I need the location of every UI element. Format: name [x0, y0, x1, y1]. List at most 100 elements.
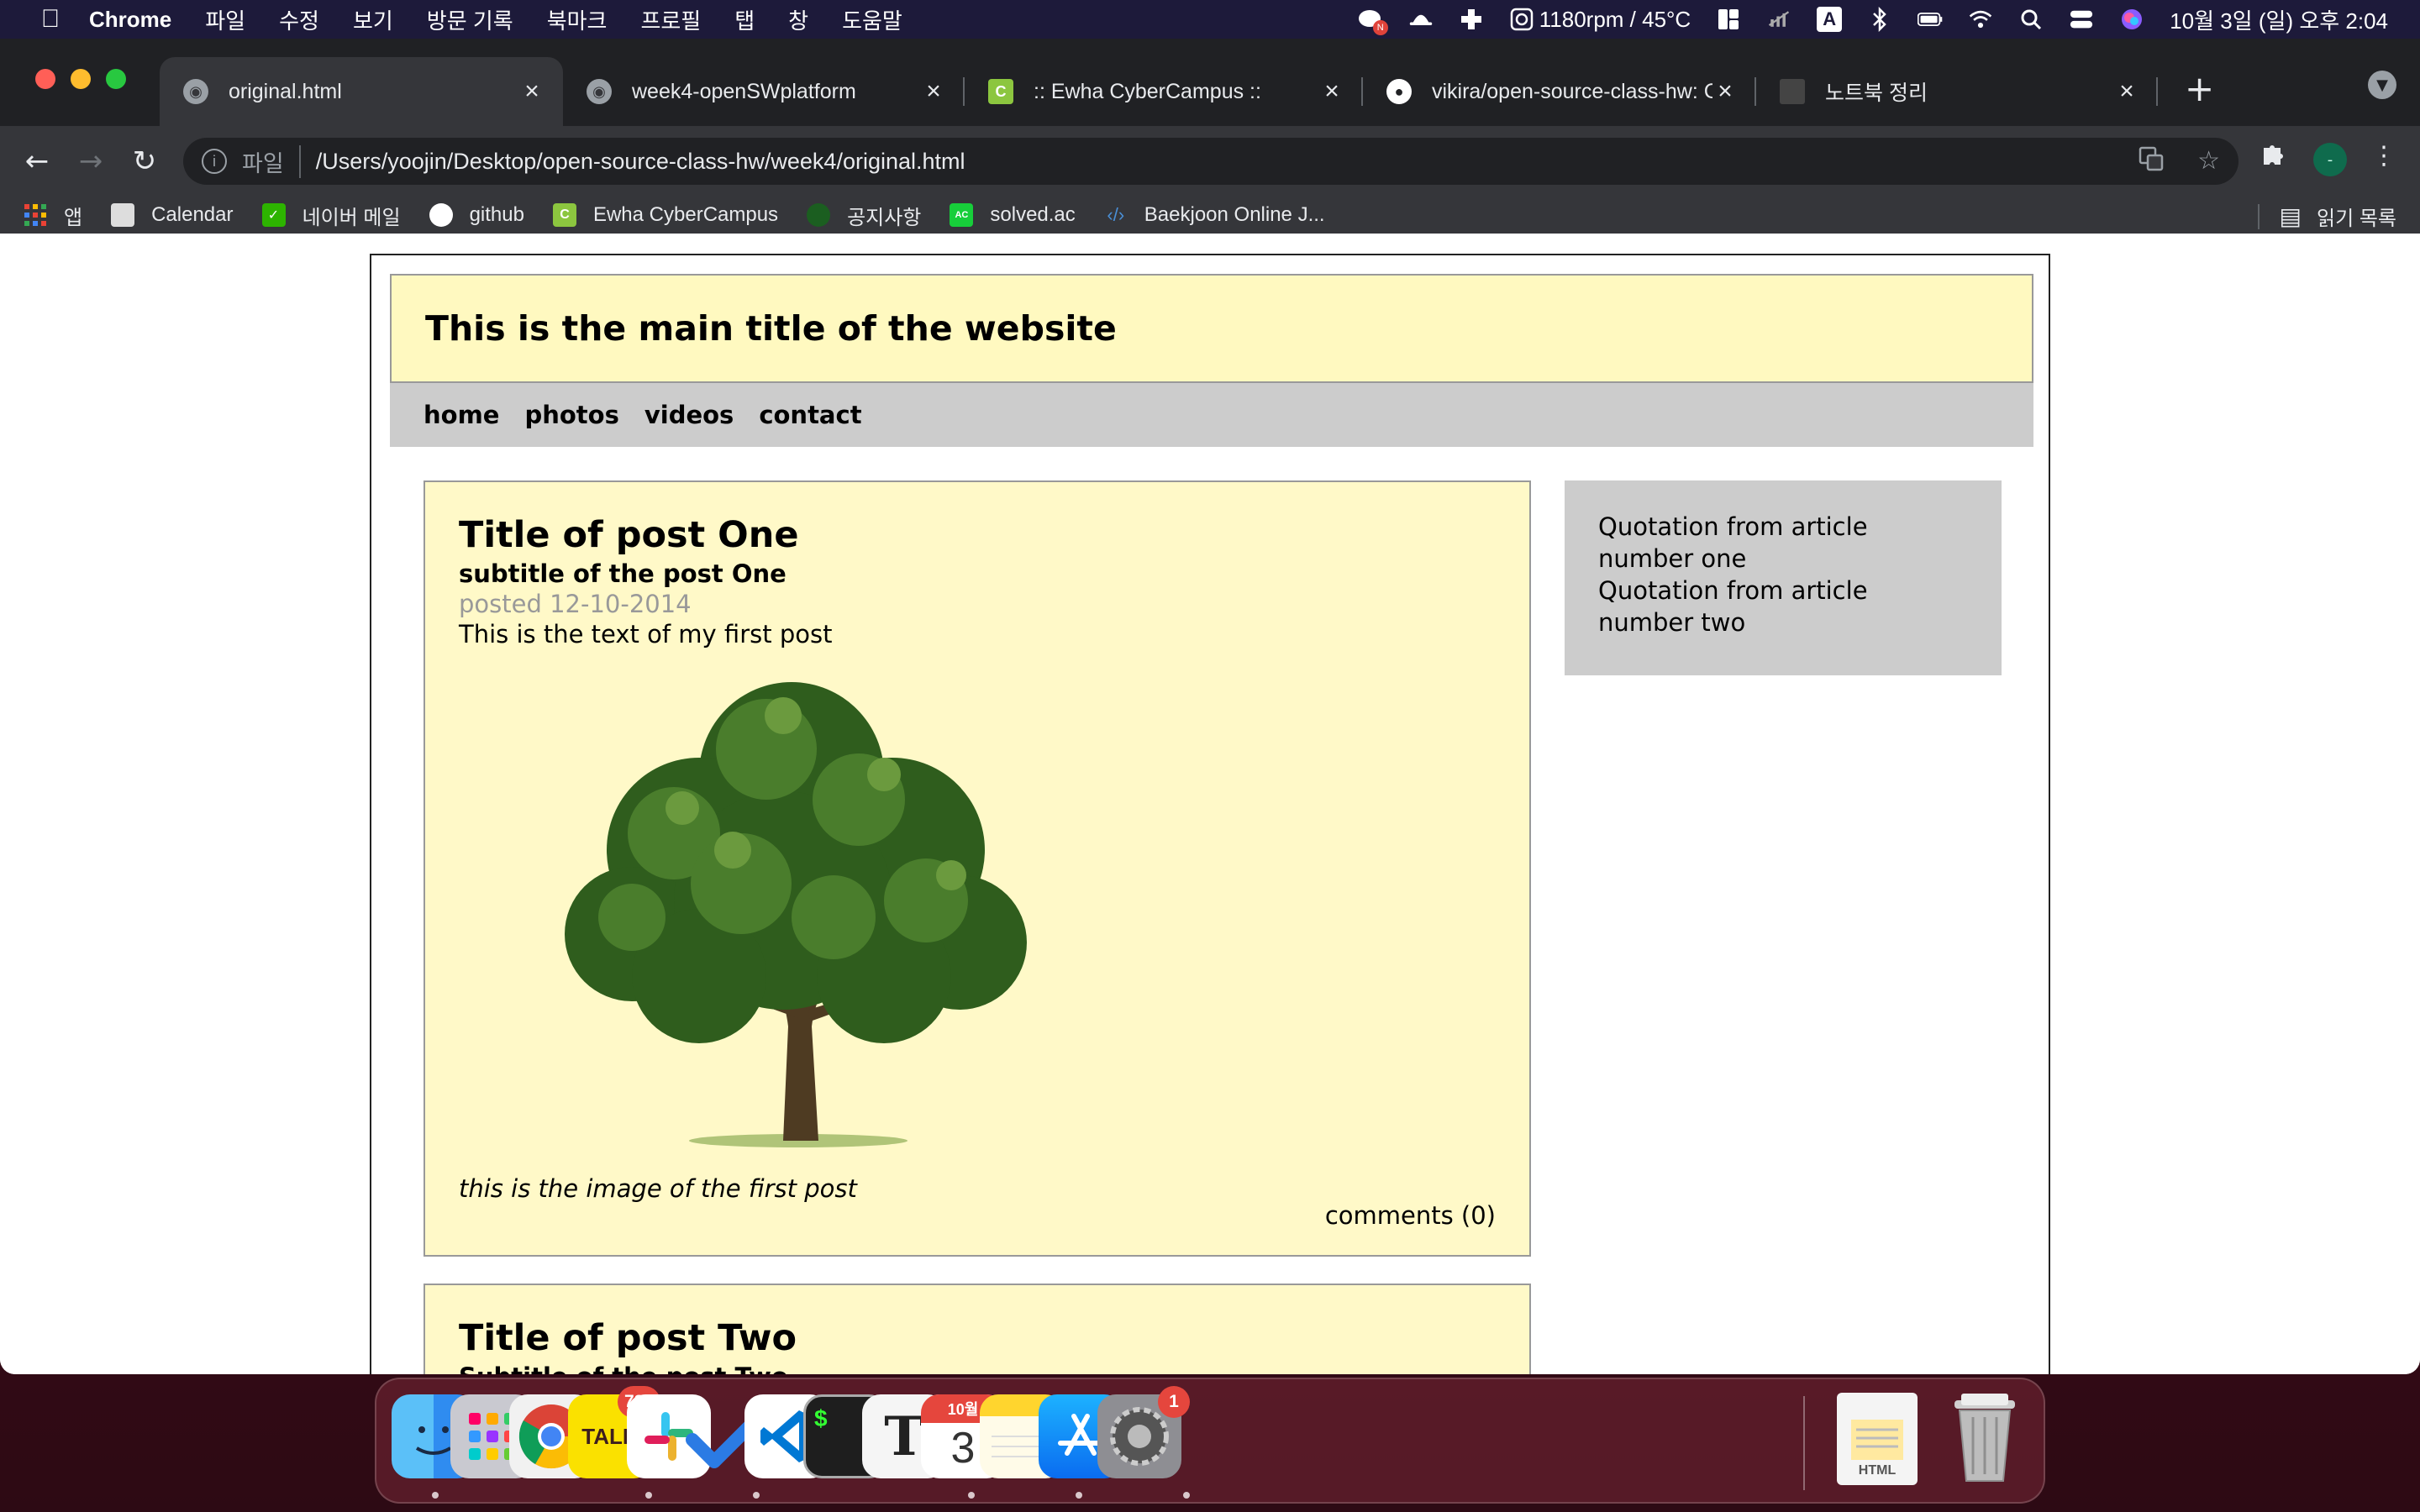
tab-label: 노트북 정리: [1825, 81, 1928, 105]
todo-running-dot: [968, 1492, 975, 1499]
tab-close-icon[interactable]: ×: [1319, 77, 1344, 106]
siri-icon[interactable]: [2119, 7, 2144, 32]
tab-strip: ◉ original.html × ◉ week4-openSWplatform…: [0, 39, 2420, 126]
bookmark-baekjoon[interactable]: ‹/› Baekjoon Online J...: [1104, 203, 1324, 227]
site-header: This is the main title of the website: [390, 274, 2033, 383]
plus-cross-icon[interactable]: [1459, 7, 1484, 32]
menu-window[interactable]: 창: [788, 4, 808, 35]
site-main-title: This is the main title of the website: [425, 308, 1117, 349]
battery-icon[interactable]: [1918, 7, 1943, 32]
bookmark-naver-mail[interactable]: ✓ 네이버 메일: [261, 201, 401, 230]
menu-view[interactable]: 보기: [353, 4, 393, 35]
window-layout-icon[interactable]: [1716, 7, 1741, 32]
menubar-clock[interactable]: 10월 3일 (일) 오후 2:04: [2170, 4, 2388, 35]
bookmark-label: 공지사항: [847, 206, 922, 229]
new-tab-plus-icon[interactable]: +: [2185, 71, 2214, 107]
input-source-indicator[interactable]: A: [1817, 7, 1843, 32]
bookmark-label: 앱: [64, 206, 83, 229]
translate-icon[interactable]: [2139, 146, 2164, 178]
tab-close-icon[interactable]: ×: [1712, 77, 1738, 106]
menu-app-name[interactable]: Chrome: [89, 7, 171, 33]
macos-menubar:  Chrome 파일 수정 보기 방문 기록 북마크 프로필 탭 창 도움말 …: [0, 0, 2420, 39]
settings-icon[interactable]: 1: [1097, 1386, 1190, 1478]
menu-history[interactable]: 방문 기록: [427, 4, 513, 35]
tab-original-html[interactable]: ◉ original.html ×: [160, 57, 563, 126]
notice-icon: [807, 203, 831, 227]
menu-tab[interactable]: 탭: [734, 4, 755, 35]
nav-videos[interactable]: videos: [644, 401, 734, 429]
menu-bookmarks[interactable]: 북마크: [547, 4, 608, 35]
nav-photos[interactable]: photos: [524, 401, 618, 429]
post-date: posted 12-10-2014: [459, 590, 692, 618]
terminal-prompt: $: [814, 1405, 828, 1431]
html-file-icon[interactable]: HTML: [1837, 1393, 1918, 1485]
minimize-window-button[interactable]: [71, 69, 91, 89]
site-info-icon[interactable]: i: [202, 149, 227, 174]
post-text: This is the text of my first post: [459, 620, 833, 648]
tab-search-chevron-icon[interactable]: ▼: [2368, 71, 2396, 99]
bluetooth-icon[interactable]: [1867, 7, 1892, 32]
tab-week4[interactable]: ◉ week4-openSWplatform ×: [563, 57, 965, 126]
bookmark-calendar[interactable]: Calendar: [111, 203, 234, 227]
tree-image: [565, 682, 1027, 1147]
profile-avatar[interactable]: -: [2313, 143, 2347, 176]
extensions-puzzle-icon[interactable]: [2259, 141, 2286, 175]
trash-icon[interactable]: [1944, 1389, 2025, 1487]
menu-profiles[interactable]: 프로필: [640, 4, 701, 35]
bookmark-star-icon[interactable]: ☆: [2197, 146, 2220, 178]
bookmark-label: github: [469, 203, 524, 226]
bookmark-cybercampus[interactable]: C Ewha CyberCampus: [552, 203, 779, 227]
comments-link[interactable]: comments (0): [1325, 1201, 1496, 1230]
bookmark-github[interactable]: github: [429, 203, 524, 227]
site-nav: home photos videos contact: [390, 383, 2033, 447]
forward-arrow-icon[interactable]: →: [74, 144, 108, 178]
image-caption: this is the image of the first post: [459, 1174, 857, 1203]
bookmark-notice[interactable]: 공지사항: [807, 201, 921, 230]
spotlight-search-icon[interactable]: [2018, 7, 2044, 32]
tab-label: :: Ewha CyberCampus ::: [1034, 79, 1261, 103]
apple-menu-icon[interactable]: : [34, 5, 67, 34]
close-window-button[interactable]: [35, 69, 55, 89]
tab-label: original.html: [229, 79, 342, 103]
mute-icon[interactable]: [1766, 7, 1791, 32]
vscode-running-dot: [1076, 1492, 1082, 1499]
menu-file[interactable]: 파일: [205, 4, 245, 35]
typora-letter: T: [884, 1404, 924, 1468]
fan-monitor[interactable]: 1180rpm / 45°C: [1509, 7, 1691, 33]
reading-list-button[interactable]: ▤ 읽기 목록: [2257, 202, 2396, 231]
reload-icon[interactable]: ↻: [128, 144, 161, 178]
tab-github-repo[interactable]: ● vikira/open-source-class-hw: C ×: [1363, 57, 1756, 126]
menu-help[interactable]: 도움말: [842, 4, 902, 35]
menu-edit[interactable]: 수정: [279, 4, 319, 35]
tab-label: vikira/open-source-class-hw: C: [1432, 79, 1712, 103]
settings-update-badge: 1: [1158, 1386, 1190, 1418]
tab-close-icon[interactable]: ×: [921, 77, 946, 106]
github-icon: [429, 203, 453, 227]
nav-home[interactable]: home: [424, 401, 499, 429]
apps-grid-icon: [24, 203, 47, 227]
address-bar[interactable]: i 파일 /Users/yoojin/Desktop/open-source-c…: [183, 138, 2238, 185]
chat-status-icon[interactable]: N: [1358, 7, 1388, 35]
bookmark-apps[interactable]: 앱: [24, 201, 82, 230]
chrome-running-dot: [645, 1492, 652, 1499]
control-center-icon[interactable]: [2069, 7, 2094, 32]
wifi-icon[interactable]: [1968, 7, 1993, 32]
github-icon: ●: [1386, 79, 1412, 104]
incognito-icon[interactable]: [1408, 7, 1434, 32]
browser-toolbar: ← → ↻ i 파일 /Users/yoojin/Desktop/open-so…: [0, 126, 2420, 234]
bookmark-solved-ac[interactable]: AC solved.ac: [950, 203, 1076, 227]
site-wrapper: This is the main title of the website ho…: [370, 254, 2050, 1374]
nav-contact[interactable]: contact: [759, 401, 861, 429]
address-url[interactable]: /Users/yoojin/Desktop/open-source-class-…: [316, 149, 965, 175]
tab-cybercampus[interactable]: C :: Ewha CyberCampus :: ×: [965, 57, 1363, 126]
calendar-icon: [111, 203, 135, 227]
tab-close-icon[interactable]: ×: [519, 77, 544, 106]
back-arrow-icon[interactable]: ←: [20, 144, 54, 178]
tab-close-icon[interactable]: ×: [2114, 77, 2139, 106]
chrome-menu-icon[interactable]: ⋮: [2371, 141, 2396, 171]
zoom-window-button[interactable]: [106, 69, 126, 89]
tab-notebook[interactable]: 노트북 정리 ×: [1756, 57, 2158, 126]
bookmark-label: Ewha CyberCampus: [592, 203, 779, 226]
post-subtitle: subtitle of the post One: [459, 559, 786, 588]
dock-divider: [1803, 1396, 1805, 1490]
